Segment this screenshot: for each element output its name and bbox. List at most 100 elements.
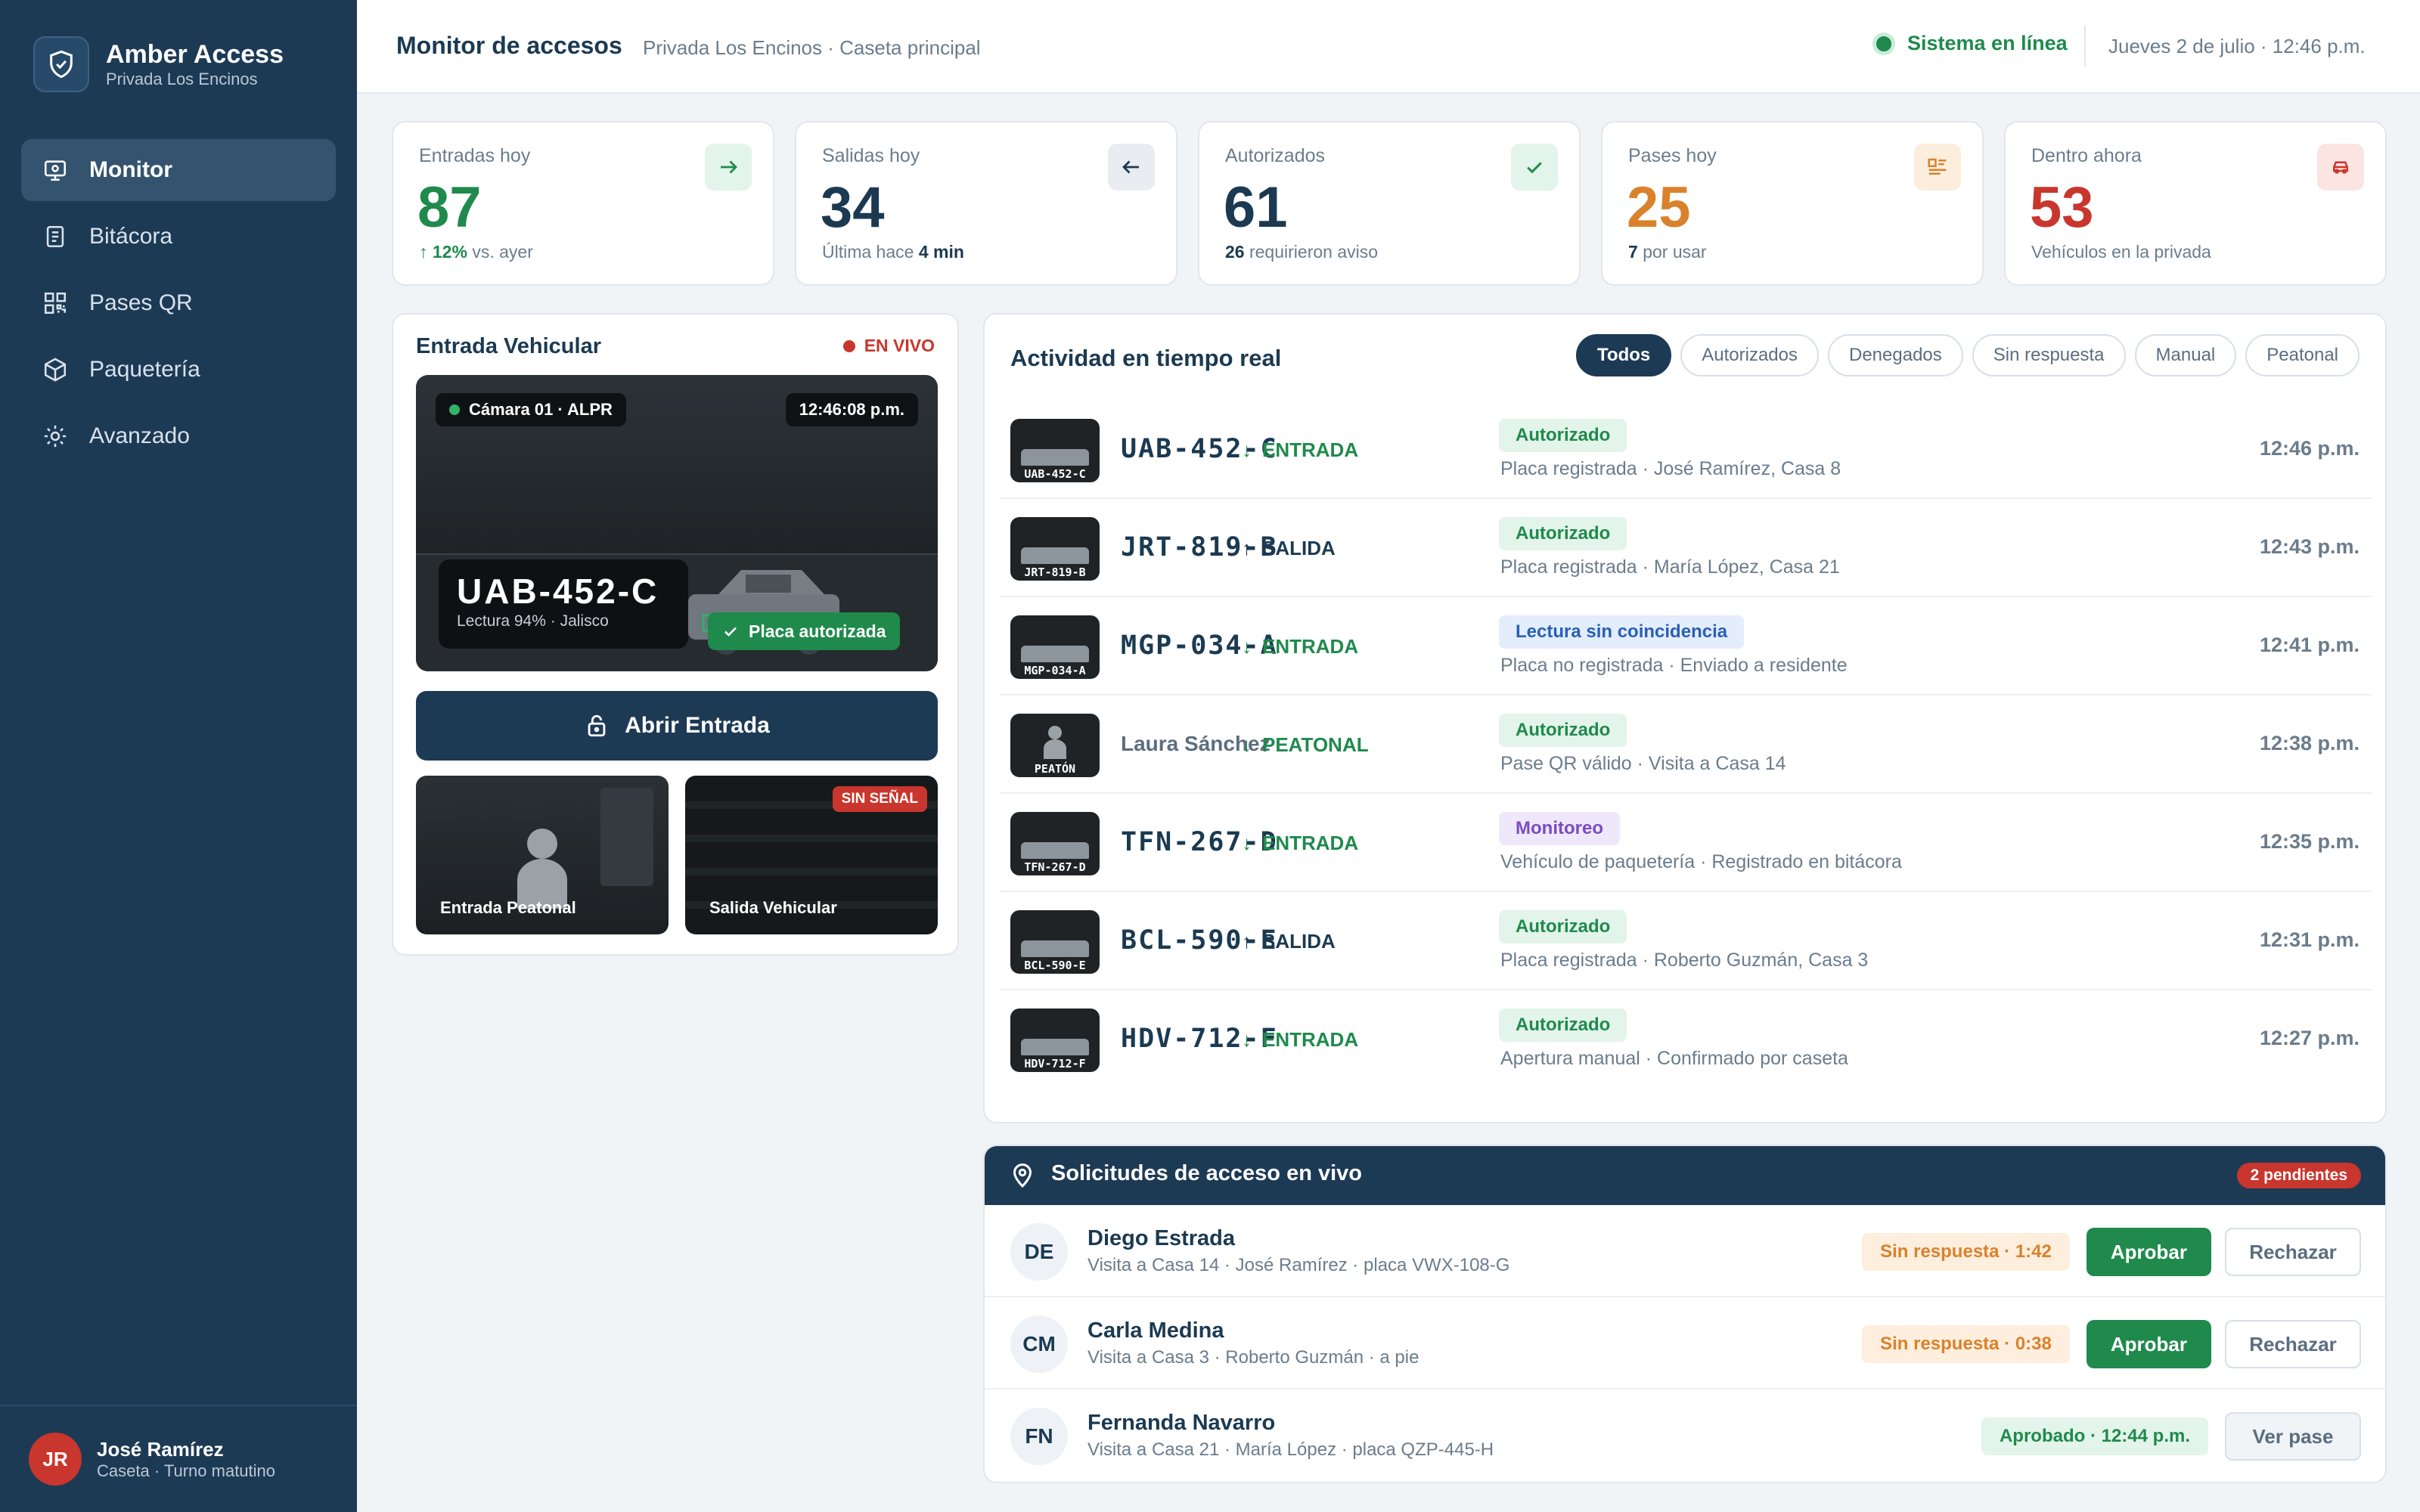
sidebar-item-bitacora[interactable]: Bitácora (21, 206, 336, 268)
live-indicator: EN VIVO (842, 336, 935, 356)
pass-icon (1914, 144, 1961, 191)
activity-thumbnail[interactable]: PEATÓN (1010, 714, 1100, 777)
check-icon (1511, 144, 1558, 191)
current-user[interactable]: JR José Ramírez Caseta · Turno matutino (0, 1405, 357, 1512)
direction-label: ENTRADA (1262, 1028, 1359, 1051)
kpi-value: 53 (2030, 175, 2094, 240)
vehicle-shape (1021, 842, 1089, 859)
reject-button[interactable]: Rechazar (2225, 1320, 2361, 1368)
kpi-card-autorizados: Autorizados 61 26 requirieron aviso (1198, 121, 1581, 286)
camera-panel: Entrada Vehicular EN VIVO Cámara 01 · AL… (392, 313, 959, 956)
sidebar-item-label: Pases QR (89, 290, 193, 315)
kpi-sub-strong: 4 min (918, 242, 964, 262)
camera-panel-title: Entrada Vehicular (416, 334, 601, 358)
activity-row[interactable]: PEATÓN Laura Sánchez ↓ PEATONAL Autorizado Pa… (1000, 696, 2372, 794)
thumbnail-label: BCL-590-E (1024, 959, 1086, 972)
activity-thumbnail[interactable]: MGP-034-A (1010, 615, 1100, 679)
kpi-card-pases: Pases hoy 25 7 por usar (1601, 121, 1984, 286)
kpi-sub-text: Vehículos en la privada (2031, 242, 2211, 262)
kpi-value: 87 (417, 175, 482, 240)
reject-button[interactable]: Rechazar (2225, 1228, 2361, 1276)
door-shape (600, 788, 653, 886)
activity-row[interactable]: UAB-452-C UAB-452-C ↓ ENTRADA Autorizado Plac… (1000, 401, 2372, 499)
person-icon (1044, 726, 1066, 759)
kpi-label: Autorizados (1225, 145, 1326, 166)
activity-title: Actividad en tiempo real (1010, 345, 1282, 371)
package-icon (44, 358, 67, 382)
page-title: Monitor de accesos (396, 32, 622, 59)
activity-row[interactable]: TFN-267-D TFN-267-D ↓ ENTRADA Monitoreo Vehíc… (1000, 794, 2372, 892)
status-badge: Monitoreo (1499, 812, 1620, 845)
direction-label: ENTRADA (1262, 832, 1359, 854)
activity-row[interactable]: HDV-712-F HDV-712-F ↓ ENTRADA Autorizado Aper… (1000, 990, 2372, 1089)
activity-row[interactable]: BCL-590-E BCL-590-E ↑ SALIDA Autorizado Placa… (1000, 892, 2372, 990)
camera-thumb-label: Salida Vehicular (709, 898, 837, 917)
row-direction: ↓ PEATONAL (1242, 733, 1369, 757)
kpi-label: Salidas hoy (822, 145, 920, 166)
row-time: 12:31 p.m. (2259, 928, 2360, 951)
filter-peatonal[interactable]: Peatonal (2245, 334, 2360, 376)
direction-arrow-icon: ↓ (1242, 733, 1252, 756)
thumbnail-label: TFN-267-D (1024, 860, 1086, 874)
request-description: Visita a Casa 3 · Roberto Guzmán · a pie (1087, 1347, 1419, 1368)
row-direction: ↓ ENTRADA (1242, 1028, 1358, 1052)
row-time: 12:43 p.m. (2259, 535, 2360, 558)
activity-row[interactable]: JRT-819-B JRT-819-B ↑ SALIDA Autorizado Placa… (1000, 499, 2372, 597)
arrow-left-icon (1108, 144, 1155, 191)
activity-row[interactable]: MGP-034-A MGP-034-A ↓ ENTRADA Lectura sin co… (1000, 597, 2372, 696)
camera-feed-main[interactable]: Cámara 01 · ALPR 12:46:08 p.m. UAB-452-C… (416, 375, 938, 671)
camera-name-chip: Cámara 01 · ALPR (436, 393, 626, 426)
kpi-sub: 7 por usar (1628, 242, 1707, 262)
row-time: 12:27 p.m. (2259, 1027, 2360, 1049)
kpi-card-entradas: Entradas hoy 87 ↑ 12% vs. ayer (392, 121, 774, 286)
activity-thumbnail[interactable]: BCL-590-E (1010, 910, 1100, 974)
direction-label: SALIDA (1262, 537, 1336, 559)
kpi-value: 25 (1627, 175, 1691, 240)
divider (2084, 26, 2086, 67)
camera-thumb-salida-vehicular[interactable]: SIN SEÑAL Salida Vehicular (685, 776, 938, 934)
activity-thumbnail[interactable]: JRT-819-B (1010, 517, 1100, 581)
direction-arrow-icon: ↓ (1242, 832, 1252, 854)
direction-label: PEATONAL (1262, 733, 1369, 756)
sidebar-item-paqueteria[interactable]: Paquetería (21, 339, 336, 401)
status-badge: Autorizado (1499, 1009, 1627, 1042)
sidebar-item-pases-qr[interactable]: Pases QR (21, 272, 336, 334)
camera-thumb-entrada-peatonal[interactable]: Entrada Peatonal (416, 776, 669, 934)
sidebar-item-avanzado[interactable]: Avanzado (21, 405, 336, 467)
requests-title: Solicitudes de acceso en vivo (1051, 1161, 1362, 1185)
shield-icon (33, 36, 89, 92)
sidebar: Amber Access Privada Los Encinos Monitor… (0, 0, 357, 1512)
check-icon (724, 627, 737, 637)
filter-todos[interactable]: Todos (1576, 334, 1672, 376)
row-direction: ↓ ENTRADA (1242, 438, 1358, 462)
approve-button[interactable]: Aprobar (2086, 1228, 2211, 1276)
vehicle-shape (1021, 646, 1089, 662)
activity-thumbnail[interactable]: TFN-267-D (1010, 812, 1100, 875)
plate-status-label: Placa autorizada (749, 621, 886, 641)
kpi-sub-strong: ↑ 12% (419, 242, 467, 262)
request-row: CM Carla Medina Visita a Casa 3 · Roberto … (985, 1297, 2385, 1390)
row-description: Pase QR válido · Visita a Casa 14 (1500, 753, 1786, 774)
status-badge: Autorizado (1499, 910, 1627, 943)
system-status: Sistema en línea (1872, 32, 2068, 55)
open-gate-button[interactable]: Abrir Entrada (416, 691, 938, 761)
sidebar-item-monitor[interactable]: Monitor (21, 139, 336, 201)
request-status-badge: Aprobado · 12:44 p.m. (1981, 1418, 2208, 1455)
activity-thumbnail[interactable]: UAB-452-C (1010, 419, 1100, 482)
filter-autorizados[interactable]: Autorizados (1680, 334, 1819, 376)
direction-label: ENTRADA (1262, 635, 1359, 658)
kpi-sub: Vehículos en la privada (2031, 242, 2211, 262)
request-status-badge: Sin respuesta · 0:38 (1862, 1325, 2070, 1363)
camera-status-dot-icon (449, 404, 460, 415)
filter-sin-respuesta[interactable]: Sin respuesta (1972, 334, 2126, 376)
row-direction: ↑ SALIDA (1242, 930, 1336, 953)
open-gate-label: Abrir Entrada (625, 713, 770, 738)
plate-readout: UAB-452-C Lectura 94% · Jalisco (439, 559, 688, 649)
view-pass-button[interactable]: Ver pase (2225, 1412, 2361, 1461)
kpi-label: Pases hoy (1628, 145, 1717, 166)
approve-button[interactable]: Aprobar (2086, 1320, 2211, 1368)
filter-denegados[interactable]: Denegados (1828, 334, 1963, 376)
filter-manual[interactable]: Manual (2134, 334, 2237, 376)
row-time: 12:46 p.m. (2259, 437, 2360, 460)
activity-thumbnail[interactable]: HDV-712-F (1010, 1009, 1100, 1072)
